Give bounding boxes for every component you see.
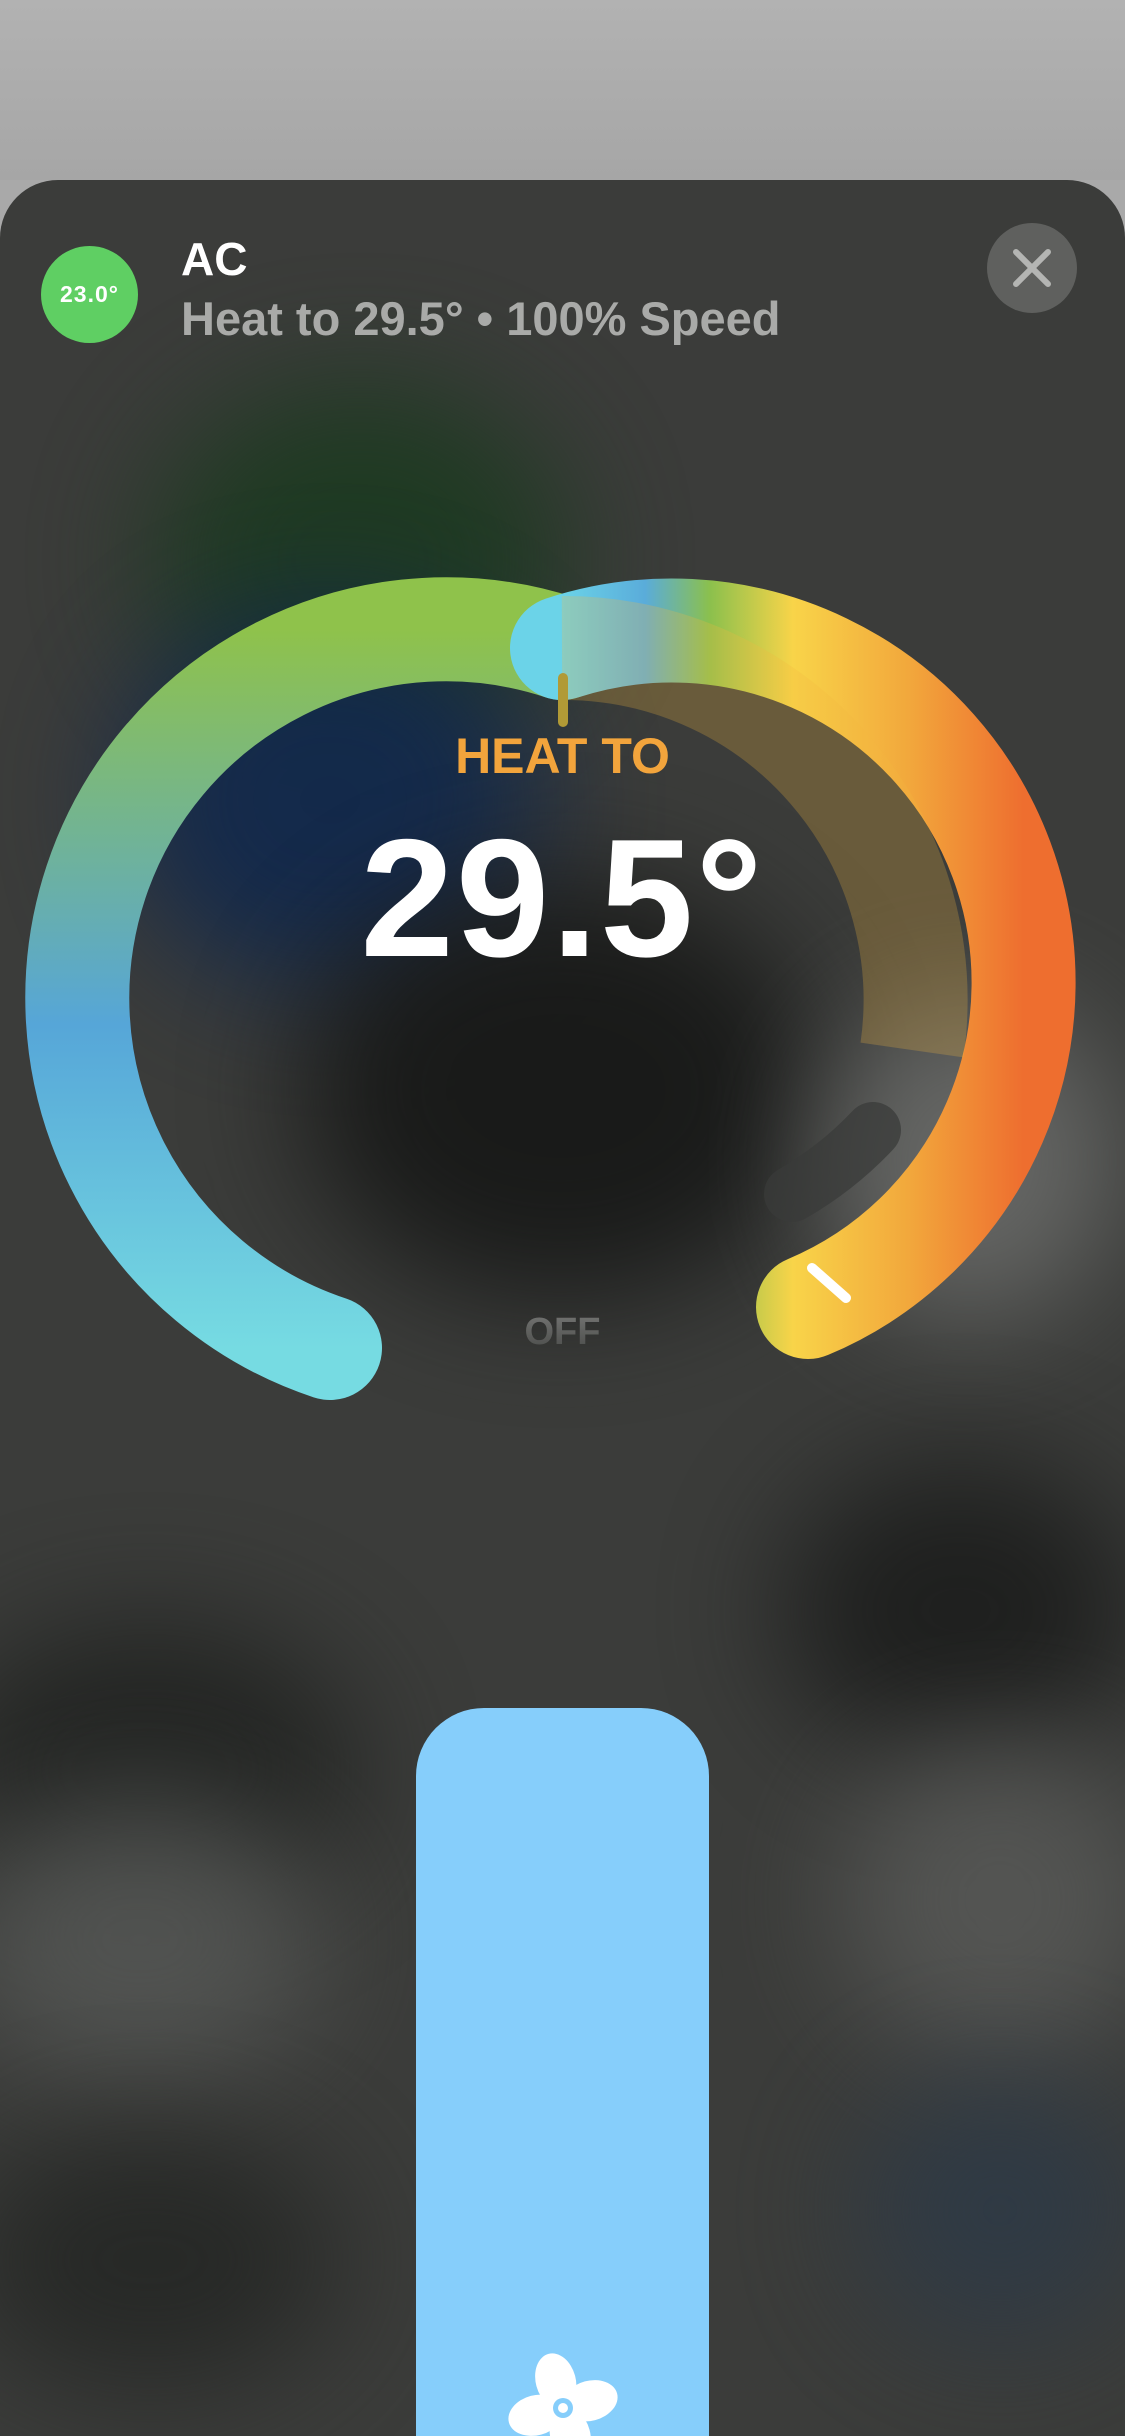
ambient-blur (780, 1460, 1125, 1760)
fan-icon (508, 2353, 618, 2436)
accessory-sheet: 23.0° AC Heat to 29.5° • 100% Speed HEAT… (0, 180, 1125, 2436)
ambient-blur (0, 2130, 340, 2390)
ambient-blur (840, 1740, 1125, 2060)
dimmed-background (0, 0, 1125, 180)
mode-option-off[interactable]: OFF (0, 1311, 1125, 1354)
target-temperature: 29.5° (360, 804, 765, 992)
fan-speed-slider[interactable] (416, 1708, 709, 2436)
target-mode-label: HEAT TO (455, 728, 670, 784)
ambient-blur (860, 2080, 1125, 2340)
mode-picker[interactable]: OFF HEAT COOL AUTO (0, 1120, 1125, 1562)
